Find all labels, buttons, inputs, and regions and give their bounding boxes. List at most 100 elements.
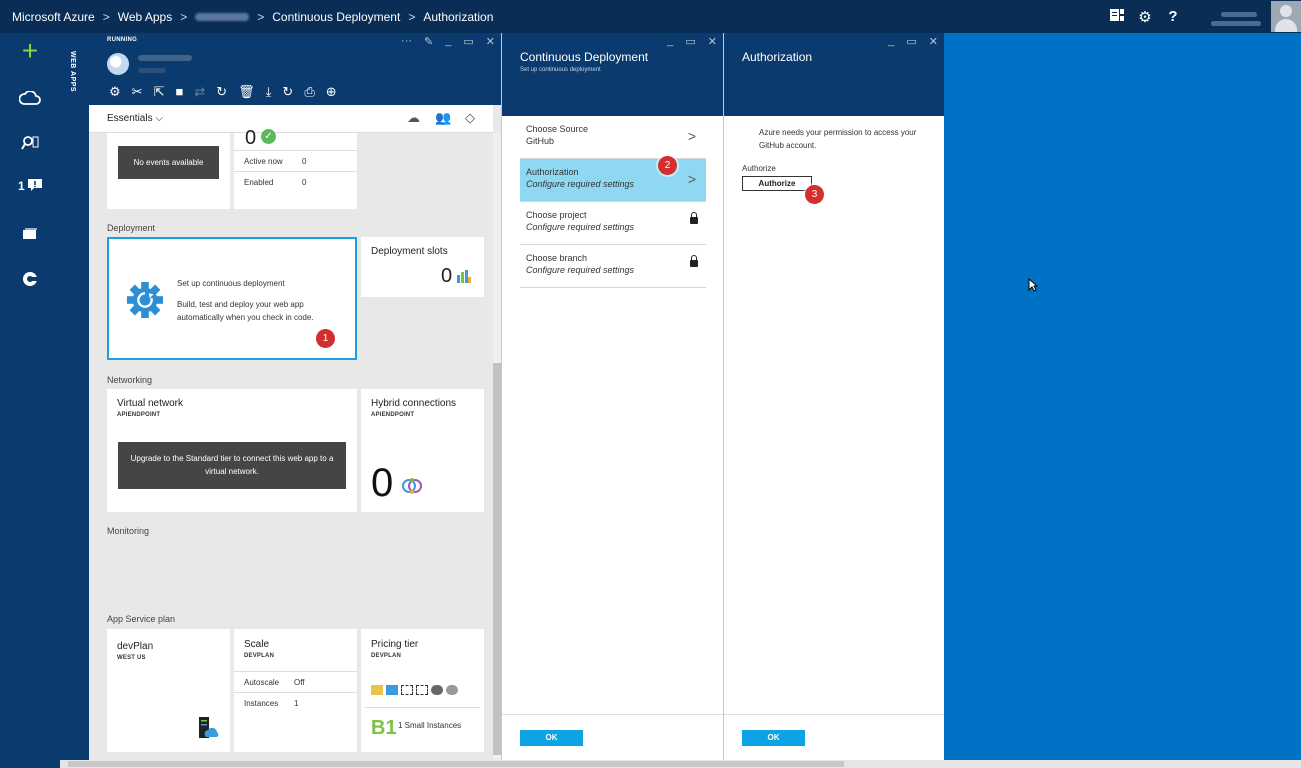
search-icon[interactable] [0,135,60,156]
horizontal-scrollbar[interactable] [60,760,1301,768]
step-value: GitHub [526,136,555,146]
authorization-blade: _ ▭ ✕ Authorization Azure needs your per… [724,33,944,760]
step-choose-project[interactable]: Choose project Configure required settin… [520,202,706,245]
restart-icon[interactable]: ↻ [216,84,227,100]
chevron-right-icon: > [687,128,696,144]
settings-icon[interactable]: ⚙ [109,84,121,100]
publish-icon[interactable]: ⎙ [304,84,314,100]
cd-ok-button[interactable]: OK [520,730,583,746]
essentials-label: Essentials [107,113,153,124]
portal-circle-icon[interactable] [0,271,60,292]
breadcrumb-separator: > [408,10,416,24]
tag-icon[interactable]: ◇ [465,110,475,126]
enabled-key: Enabled [244,178,274,187]
step-title: Choose Source [526,124,589,134]
blade-window-controls: _ ▭ ✕ [667,35,717,48]
maximize-icon[interactable]: ▭ [463,35,473,48]
breadcrumb-continuous-deployment[interactable]: Continuous Deployment [272,10,400,24]
download-icon[interactable]: ⤓ [266,84,272,100]
close-icon[interactable]: ✕ [486,35,495,48]
autoscale-row: Autoscale Off [234,671,357,692]
swap-icon[interactable]: ⇄ [194,84,205,100]
minimize-icon[interactable]: _ [445,35,451,48]
breadcrumb-azure[interactable]: Microsoft Azure [12,10,95,24]
pin-icon[interactable]: ✎ [424,35,433,48]
events-count-tile[interactable]: 0 ✓ Active now 0 Enabled 0 [234,127,357,209]
app-service-plan-tile[interactable]: devPlan WEST US [107,629,230,752]
left-navigation: + 1 [0,33,60,768]
breadcrumb-app-name-redacted[interactable] [195,13,250,21]
tier-feature-icons [371,685,458,695]
maximize-icon[interactable]: ▭ [906,35,916,48]
scale-tile[interactable]: Scale DEVPLAN Autoscale Off Instances 1 [234,629,357,752]
virtual-network-tile[interactable]: Virtual network APIENDPOINT Upgrade to t… [107,389,357,512]
settings-gear-icon[interactable]: ⚙ [1131,8,1159,26]
delete-icon[interactable]: 🗑 [238,84,255,100]
plan-region: WEST US [117,655,146,661]
feature-scale-icon [401,685,413,695]
collapsed-blade-strip[interactable]: WEB APPS [60,33,89,760]
browse-icon[interactable]: ⇱ [154,84,165,100]
feature-storage-icon [371,685,383,695]
step-choose-source[interactable]: Choose Source GitHub > [520,116,706,159]
minimize-icon[interactable]: _ [667,35,673,48]
feature-cloud-icon [431,685,443,695]
web-app-blade: RUNNING ··· ✎ _ ▭ ✕ ⚙ ✂ ⇱ ■ ⇄ ↻ 🗑 ⤓ ↻ ⎙ … [89,33,501,760]
active-now-value: 0 [302,157,307,166]
users-icon[interactable]: 👥 [435,110,451,126]
help-icon[interactable]: ? [1159,8,1187,25]
cloud-upload-icon[interactable]: ☁ [407,110,420,126]
enabled-row: Enabled 0 [234,171,357,192]
strip-label: WEB APPS [69,51,76,93]
close-icon[interactable]: ✕ [708,35,717,48]
authorize-button[interactable]: Authorize [742,176,812,191]
user-avatar[interactable] [1271,1,1301,32]
breadcrumb-authorization[interactable]: Authorization [423,10,493,24]
more-icon[interactable]: ··· [401,35,412,48]
essentials-toggle[interactable]: Essentials ⌵ [107,113,163,124]
new-plus-icon[interactable]: + [0,35,60,67]
app-type-redacted [138,68,166,73]
maximize-icon[interactable]: ▭ [685,35,695,48]
hybrid-connections-tile[interactable]: Hybrid connections APIENDPOINT 0 [361,389,484,512]
deployment-slots-tile[interactable]: Deployment slots 0 [361,237,484,297]
step-value: Configure required settings [526,179,635,189]
reset-icon[interactable]: ↻ [282,84,293,100]
tools-icon[interactable]: ✂ [132,84,143,100]
notifications-icon[interactable]: 1 [0,179,60,193]
events-tile[interactable]: No events available [107,133,230,209]
feature-sql-icon [386,685,398,695]
pricing-tier-tile[interactable]: Pricing tier DEVPLAN B1 1 Small Instance… [361,629,484,752]
step-choose-branch[interactable]: Choose branch Configure required setting… [520,245,706,288]
web-app-header: RUNNING ··· ✎ _ ▭ ✕ ⚙ ✂ ⇱ ■ ⇄ ↻ 🗑 ⤓ ↻ ⎙ … [89,33,501,105]
close-icon[interactable]: ✕ [929,35,938,48]
instances-value: 1 [294,699,299,708]
slots-chart-icon [457,270,471,283]
breadcrumb-separator: > [257,10,265,24]
auth-ok-button[interactable]: OK [742,730,805,746]
enabled-value: 0 [302,178,307,187]
stop-icon[interactable]: ■ [175,84,183,100]
globe-icon[interactable]: ⊕ [326,84,337,100]
breadcrumb-separator: > [180,10,188,24]
step-title: Choose project [526,210,587,220]
browse-cloud-icon[interactable] [0,90,60,110]
step-title: Authorization [526,167,579,177]
dashboard-icon[interactable] [1103,8,1131,25]
user-account-redacted[interactable] [1199,3,1269,31]
breadcrumb: Microsoft Azure > Web Apps > > Continuou… [12,10,493,24]
horizontal-scrollbar-thumb[interactable] [68,761,844,767]
notification-count: 1 [17,179,25,193]
hybrid-connection-icon [402,478,422,494]
minimize-icon[interactable]: _ [888,35,894,48]
step-authorization[interactable]: Authorization Configure required setting… [520,159,706,202]
billing-window-icon[interactable] [0,227,60,245]
mouse-cursor-icon [1028,278,1038,292]
tier-description: 1 Small Instances [398,721,462,730]
active-now-row: Active now 0 [234,150,357,171]
breadcrumb-web-apps[interactable]: Web Apps [118,10,172,24]
autoscale-key: Autoscale [244,678,280,687]
events-big-number: 0 [245,127,257,149]
hybrid-count: 0 [371,461,394,505]
blade-scrollbar-thumb[interactable] [493,363,501,755]
